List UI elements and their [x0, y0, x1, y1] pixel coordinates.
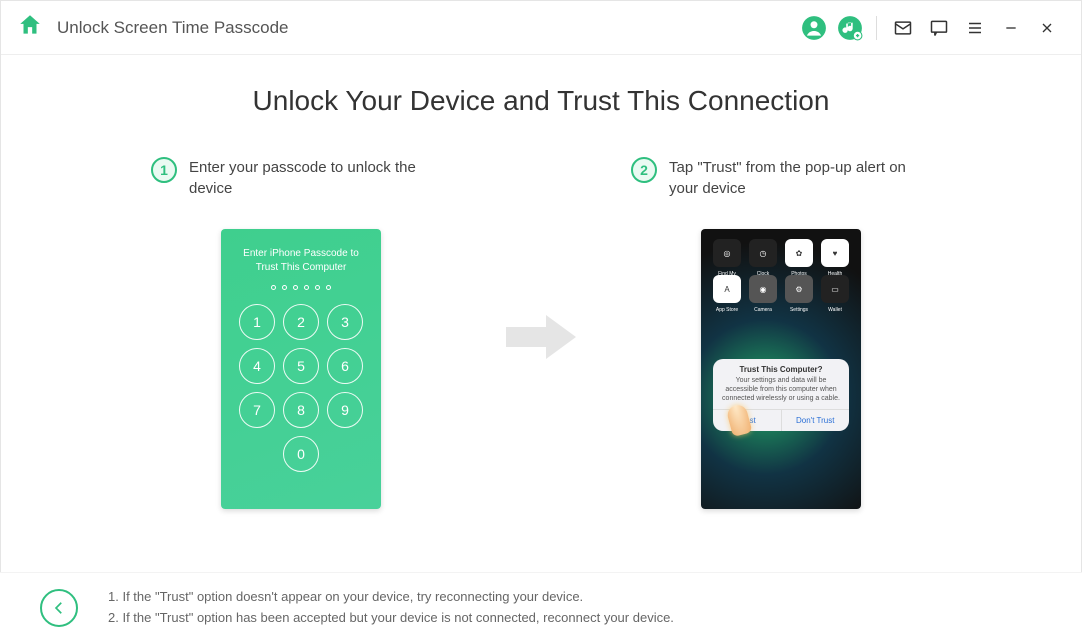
back-button[interactable] [40, 589, 78, 627]
main-heading: Unlock Your Device and Trust This Connec… [41, 85, 1041, 117]
arrow-icon [501, 157, 581, 517]
keypad: 1 2 3 4 5 6 7 8 9 0 [231, 304, 371, 472]
step-2-text: Tap "Trust" from the pop-up alert on you… [669, 157, 931, 199]
main-content: Unlock Your Device and Trust This Connec… [1, 55, 1081, 517]
trust-phone-illustration: ◎Find My ◷Clock ✿Photos ♥Health AApp Store ◉C… [701, 229, 861, 509]
app-icon: AApp Store [713, 275, 741, 303]
key-6: 6 [327, 348, 363, 384]
app-icon: ◉Camera [749, 275, 777, 303]
feedback-icon[interactable] [921, 10, 957, 46]
step-1-number: 1 [151, 157, 177, 183]
passcode-dots [231, 285, 371, 290]
key-3: 3 [327, 304, 363, 340]
page-title: Unlock Screen Time Passcode [57, 18, 289, 38]
footer-notes: 1. If the "Trust" option doesn't appear … [108, 587, 674, 629]
key-1: 1 [239, 304, 275, 340]
app-icon: ⚙Settings [785, 275, 813, 303]
key-9: 9 [327, 392, 363, 428]
divider [876, 16, 877, 40]
key-7: 7 [239, 392, 275, 428]
footer: 1. If the "Trust" option doesn't appear … [0, 572, 1082, 643]
step-1: 1 Enter your passcode to unlock the devi… [151, 157, 451, 509]
mail-icon[interactable] [885, 10, 921, 46]
step-1-text: Enter your passcode to unlock the device [189, 157, 451, 199]
app-icon: ◷Clock [749, 239, 777, 267]
key-5: 5 [283, 348, 319, 384]
app-icon: ✿Photos [785, 239, 813, 267]
title-bar: Unlock Screen Time Passcode [1, 1, 1081, 55]
step-2-number: 2 [631, 157, 657, 183]
app-icon: ◎Find My [713, 239, 741, 267]
minimize-button[interactable] [993, 10, 1029, 46]
dont-trust-button: Don't Trust [782, 410, 850, 431]
key-8: 8 [283, 392, 319, 428]
close-button[interactable] [1029, 10, 1065, 46]
footer-note-1: 1. If the "Trust" option doesn't appear … [108, 587, 674, 608]
app-icon: ♥Health [821, 239, 849, 267]
music-transfer-icon[interactable] [832, 10, 868, 46]
alert-title: Trust This Computer? [713, 359, 849, 376]
alert-body: Your settings and data will be accessibl… [713, 376, 849, 409]
key-0: 0 [283, 436, 319, 472]
passcode-phone-illustration: Enter iPhone Passcode to Trust This Comp… [221, 229, 381, 509]
account-icon[interactable] [796, 10, 832, 46]
app-icon: ▭Wallet [821, 275, 849, 303]
key-2: 2 [283, 304, 319, 340]
menu-icon[interactable] [957, 10, 993, 46]
footer-note-2: 2. If the "Trust" option has been accept… [108, 608, 674, 629]
passcode-prompt: Enter iPhone Passcode to Trust This Comp… [231, 247, 371, 275]
home-icon[interactable] [17, 12, 43, 43]
key-4: 4 [239, 348, 275, 384]
step-2: 2 Tap "Trust" from the pop-up alert on y… [631, 157, 931, 509]
